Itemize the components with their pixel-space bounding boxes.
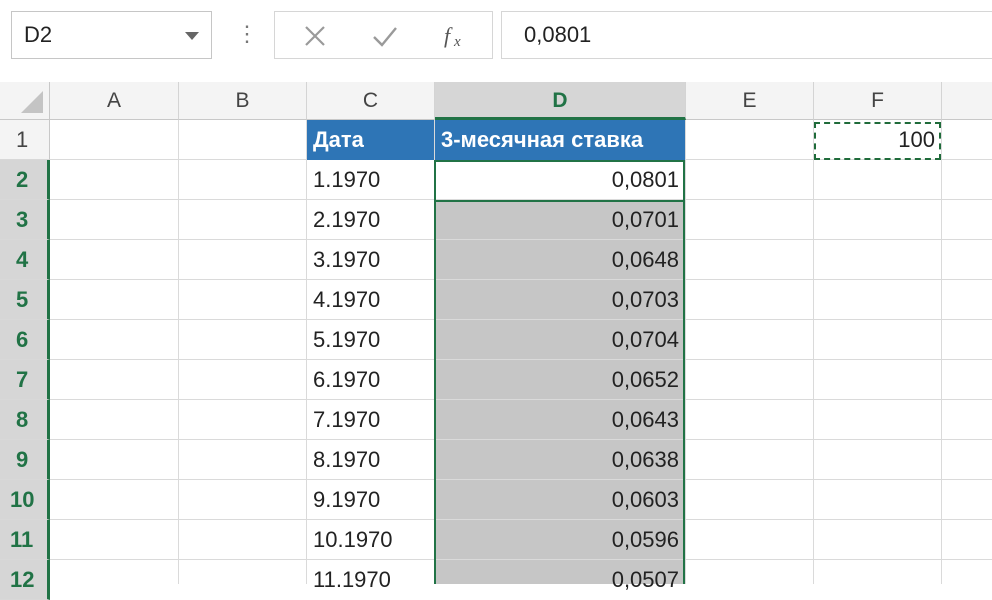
fx-icon[interactable]: f x: [439, 18, 475, 54]
formula-bar: D2 ⋮ f x 0,0801: [0, 0, 992, 76]
row-header-6[interactable]: 6: [0, 320, 50, 360]
column-header-d[interactable]: D: [435, 82, 686, 120]
formula-buttons: f x: [274, 11, 493, 59]
row-header-5[interactable]: 5: [0, 280, 50, 320]
active-cell-border: [434, 160, 685, 202]
chevron-down-icon[interactable]: [185, 32, 199, 40]
column-header-b[interactable]: B: [179, 82, 307, 120]
row-header-3[interactable]: 3: [0, 200, 50, 240]
svg-text:x: x: [453, 34, 461, 50]
cell-c9[interactable]: 8.1970: [307, 440, 434, 480]
select-all-button[interactable]: [0, 82, 50, 120]
cell-c2[interactable]: 1.1970: [307, 160, 434, 200]
column-header-a[interactable]: A: [50, 82, 179, 120]
select-all-icon: [21, 91, 43, 113]
row-header-12[interactable]: 12: [0, 560, 50, 600]
row-header-2[interactable]: 2: [0, 160, 50, 200]
svg-text:f: f: [444, 23, 453, 48]
formula-input[interactable]: 0,0801: [501, 11, 992, 59]
cell-c10[interactable]: 9.1970: [307, 480, 434, 520]
gridline: [941, 120, 942, 584]
cell-c7[interactable]: 6.1970: [307, 360, 434, 400]
column-header-f[interactable]: F: [814, 82, 942, 120]
column-header-g[interactable]: [942, 82, 992, 120]
row-header-8[interactable]: 8: [0, 400, 50, 440]
worksheet-grid[interactable]: Дата 3-месячная ставка 1.1970 2.1970 3.1…: [50, 120, 992, 592]
row-header-10[interactable]: 10: [0, 480, 50, 520]
cell-c3[interactable]: 2.1970: [307, 200, 434, 240]
gridline: [178, 120, 179, 584]
gridline: [685, 120, 686, 584]
cell-c1[interactable]: Дата: [307, 120, 434, 160]
cell-c11[interactable]: 10.1970: [307, 520, 434, 560]
selection-border: [434, 160, 685, 584]
cell-c5[interactable]: 4.1970: [307, 280, 434, 320]
row-header-4[interactable]: 4: [0, 240, 50, 280]
column-header-e[interactable]: E: [686, 82, 814, 120]
row-header-11[interactable]: 11: [0, 520, 50, 560]
row-header-7[interactable]: 7: [0, 360, 50, 400]
cell-c12[interactable]: 11.1970: [307, 560, 434, 600]
row-header-9[interactable]: 9: [0, 440, 50, 480]
name-box[interactable]: D2: [11, 11, 212, 59]
name-box-value: D2: [24, 22, 53, 47]
more-icon[interactable]: ⋮: [236, 20, 258, 48]
check-icon[interactable]: [367, 18, 403, 54]
cell-c6[interactable]: 5.1970: [307, 320, 434, 360]
cell-c8[interactable]: 7.1970: [307, 400, 434, 440]
row-header-1[interactable]: 1: [0, 120, 50, 160]
column-header-c[interactable]: C: [307, 82, 435, 120]
cell-d1[interactable]: 3-месячная ставка: [435, 120, 685, 160]
cell-c4[interactable]: 3.1970: [307, 240, 434, 280]
gridline: [813, 120, 814, 584]
copy-marquee: [814, 122, 941, 160]
close-icon[interactable]: [297, 18, 333, 54]
